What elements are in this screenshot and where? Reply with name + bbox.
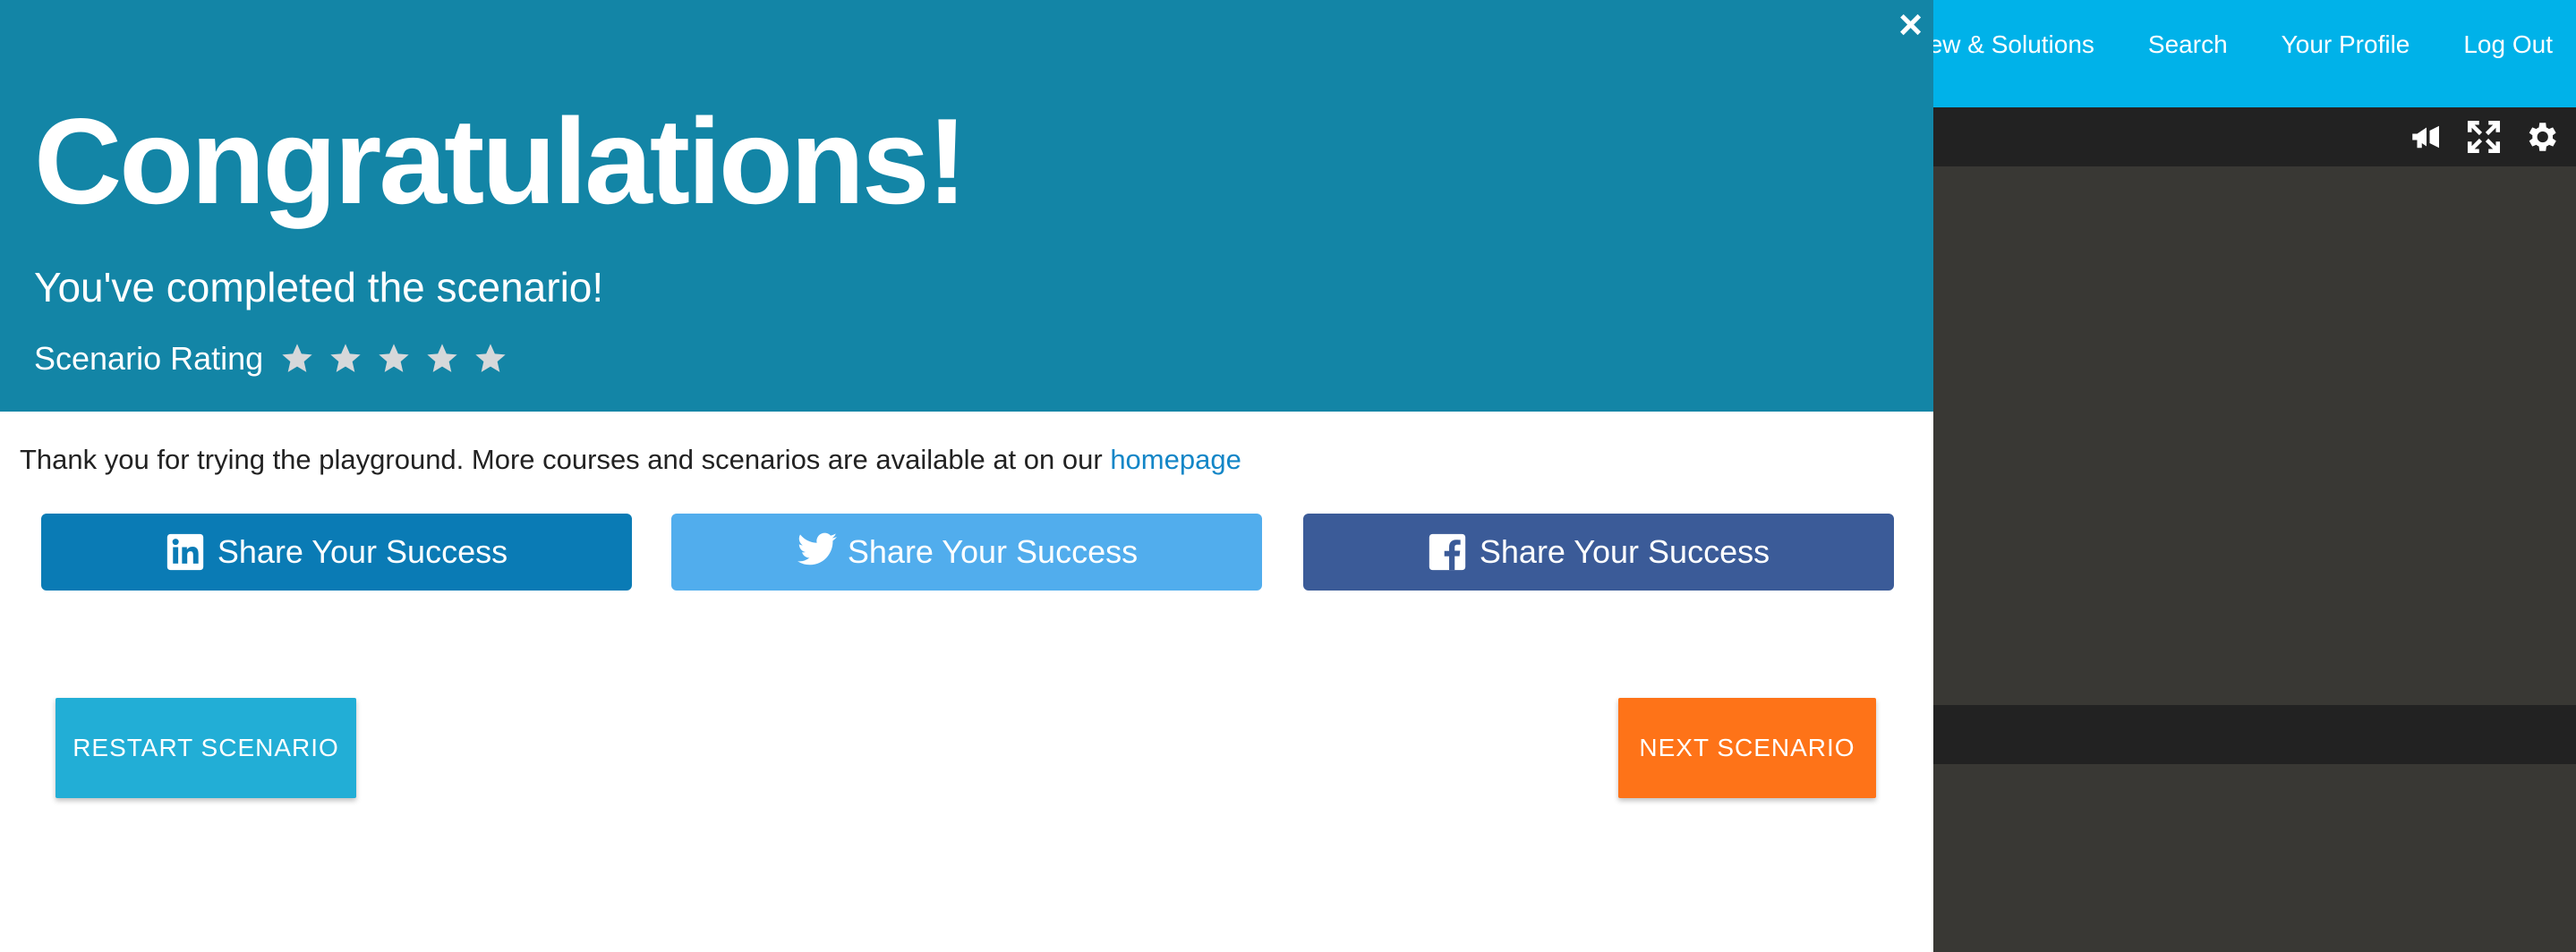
megaphone-icon[interactable]	[2408, 118, 2445, 156]
next-scenario-button[interactable]: NEXT SCENARIO	[1618, 698, 1876, 798]
facebook-icon	[1428, 532, 1467, 572]
expand-icon[interactable]	[2465, 118, 2503, 156]
nav-link-search[interactable]: Search	[2148, 30, 2228, 59]
modal-subtitle: You've completed the scenario!	[34, 264, 604, 310]
close-button[interactable]: ×	[1898, 4, 1923, 45]
nav-links: ew & Solutions Search Your Profile Log O…	[1875, 0, 2553, 89]
linkedin-icon	[166, 532, 205, 572]
star-icon[interactable]	[279, 341, 315, 377]
share-twitter-label: Share Your Success	[847, 533, 1139, 570]
nav-link-log-out[interactable]: Log Out	[2463, 30, 2553, 59]
share-twitter-button[interactable]: Share Your Success	[671, 514, 1262, 591]
share-facebook-button[interactable]: Share Your Success	[1303, 514, 1894, 591]
page-title: Congratulations!	[34, 93, 968, 229]
homepage-link[interactable]: homepage	[1110, 444, 1241, 475]
modal-header: × Congratulations! You've completed the …	[0, 0, 1933, 412]
share-facebook-label: Share Your Success	[1479, 533, 1770, 570]
share-linkedin-label: Share Your Success	[217, 533, 508, 570]
share-linkedin-button[interactable]: Share Your Success	[41, 514, 632, 591]
thanks-text: Thank you for trying the playground. Mor…	[20, 444, 1103, 475]
thanks-message: Thank you for trying the playground. Mor…	[20, 444, 1241, 476]
restart-scenario-button[interactable]: RESTART SCENARIO	[55, 698, 356, 798]
star-icon[interactable]	[424, 341, 460, 377]
twitter-icon	[796, 532, 837, 572]
completion-modal: × Congratulations! You've completed the …	[0, 0, 1933, 952]
star-icon[interactable]	[376, 341, 412, 377]
nav-link-your-profile[interactable]: Your Profile	[2282, 30, 2410, 59]
star-icon[interactable]	[328, 341, 363, 377]
gear-icon[interactable]	[2522, 118, 2560, 156]
nav-link-overview-solutions[interactable]: ew & Solutions	[1929, 30, 2094, 59]
star-icon[interactable]	[473, 341, 508, 377]
scenario-rating: Scenario Rating	[34, 340, 521, 378]
rating-label: Scenario Rating	[34, 340, 264, 377]
